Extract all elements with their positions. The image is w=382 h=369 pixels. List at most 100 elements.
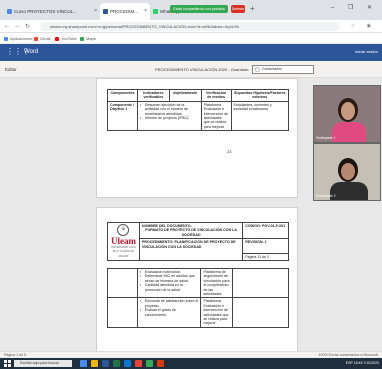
back-icon[interactable]: ←: [4, 23, 10, 29]
system-tray: ESP 18:45 7/10/2020: [345, 361, 379, 365]
table-cell: NOMBRE DEL DOCUMENTO: FORMATO DE PROYECT…: [138, 221, 244, 240]
bookmark-item[interactable]: Aplicaciones: [4, 36, 32, 41]
sign-in-link[interactable]: Iniciar sesión: [355, 49, 378, 54]
tab-label: Curso PROYECTOS VINCUL...: [14, 9, 77, 14]
activity-list: Encuesta de satisfacción sobre el proyec…: [140, 299, 199, 317]
table-header-cell: Verificación de medios: [200, 89, 232, 102]
close-icon[interactable]: ×: [144, 8, 147, 14]
zoom-feedback[interactable]: 100% Enviar comentarios a Microsoft: [318, 353, 378, 357]
document-page[interactable]: ⚘ Uleam UNIVERSIDAD LAICA ELOY ALFARO DE…: [96, 207, 298, 351]
browser-tabstrip: Curso PROYECTOS VINCUL... × WhatsApp PRO…: [0, 0, 382, 20]
table-cell: Estudiantes, docentes y sociedad ecuator…: [230, 100, 290, 132]
taskbar-app-icon[interactable]: [91, 360, 98, 367]
table-cell: CÓDIGO: PGV-01-F-001: [242, 221, 289, 240]
sharing-banner: Estás compartiendo una pestaña: [170, 5, 228, 13]
reload-icon[interactable]: ↻: [25, 23, 30, 30]
taskbar-app-icon[interactable]: [135, 360, 142, 367]
table-header-cell: Indicadores verificables: [136, 89, 170, 102]
browser-tab-active[interactable]: PROCEDIM... ×: [100, 3, 150, 20]
taskbar-app-icon[interactable]: [124, 360, 131, 367]
participant-face: [341, 163, 355, 180]
document-title: PROCEDIMIENTO VINCULACIÓN 2020 - Guardad…: [155, 67, 249, 72]
bookmarks-bar: Aplicaciones Gmail YouTube Maps: [0, 33, 382, 44]
browser-tab[interactable]: Curso PROYECTOS VINCUL... ×: [4, 3, 100, 20]
word-app-bar: ⋮⋮⋮ Word Iniciar sesión: [0, 44, 382, 61]
table-cell: [107, 267, 138, 299]
word-status-bar: Página 1 de 5 100% Enviar comentarios a …: [0, 351, 382, 358]
logframe-table: Componentes Indicadores verificables obj…: [107, 89, 290, 132]
table-header-cell: objetivamente: [168, 89, 202, 102]
table-header-cell: Componentes: [107, 89, 138, 102]
taskbar-app-icon[interactable]: [146, 360, 153, 367]
table-cell: [232, 297, 289, 328]
table-cell: [107, 297, 138, 328]
taskbar-search-input[interactable]: Escribe aquí para buscar: [14, 360, 72, 367]
participant-avatar: [330, 182, 368, 200]
video-tile[interactable]: Participante 1: [313, 85, 381, 143]
table-row: Componente / Objetivo 1 Resumen ejecutiv…: [107, 100, 290, 132]
university-seal-icon: ⚘: [117, 224, 130, 236]
tab-favicon-icon: [103, 9, 108, 14]
ribbon: Editar PROCEDIMIENTO VINCULACIÓN 2020 - …: [0, 61, 382, 78]
taskbar-app-icon[interactable]: [113, 360, 120, 367]
bookmark-icon: [34, 36, 38, 41]
bookmark-item[interactable]: YouTube: [55, 36, 77, 41]
table-cell: Resumen ejecutivo de la actividad con el…: [136, 100, 202, 132]
comment-icon: ▢: [255, 67, 260, 73]
close-icon[interactable]: ×: [94, 8, 97, 14]
windows-start-icon[interactable]: [4, 360, 11, 367]
video-tile[interactable]: Participante 2: [313, 143, 381, 201]
table-row: Encuesta de satisfacción sobre el proyec…: [107, 297, 289, 328]
edit-menu[interactable]: Editar: [5, 67, 17, 72]
address-bar-row: ← → ↻ uleam-my.sharepoint.com/:w:/g/pers…: [0, 20, 382, 33]
participant-name: Participante 1: [316, 136, 336, 140]
list-item: Cantidad atendida en la promoción de la …: [140, 283, 199, 292]
extension-icons[interactable]: ☆ ◉: [351, 23, 376, 29]
table-cell: [232, 267, 289, 299]
table-cell: Evaluación nutricional. Determinar IMC e…: [136, 267, 202, 299]
taskbar-app-icon[interactable]: [80, 360, 87, 367]
tab-label: PROCEDIM...: [110, 9, 139, 14]
tab-favicon-icon: [7, 9, 12, 14]
table-cell: PROCEDIMIENTO: PLANIFICACIÓN DE PROYECTO…: [138, 238, 244, 262]
page-count: Página 1 de 5: [4, 353, 27, 357]
participant-avatar: [332, 122, 366, 142]
url-text: uleam-my.sharepoint.com/:w:/g/personal/P…: [50, 24, 240, 29]
list-item: Evaluar el grado de conocimiento.: [140, 308, 199, 317]
table-cell: Encuesta de satisfacción sobre el proyec…: [136, 297, 202, 328]
indicator-list: Resumen ejecutivo de la actividad con el…: [140, 103, 199, 121]
page-number: 23: [227, 149, 232, 154]
tab-favicon-icon: [153, 9, 158, 14]
screen: Curso PROYECTOS VINCUL... × WhatsApp PRO…: [0, 0, 382, 369]
window-controls[interactable]: – ❐ ✕: [331, 4, 378, 11]
bookmark-icon: [4, 36, 8, 41]
table-row: Evaluación nutricional. Determinar IMC e…: [107, 267, 289, 299]
url-field[interactable]: uleam-my.sharepoint.com/:w:/g/personal/P…: [40, 22, 340, 31]
table-cell: Plataforma de seguimiento de vinculación…: [200, 267, 234, 299]
windows-taskbar: Escribe aquí para buscar ESP 18:45 7/10/…: [0, 358, 382, 369]
list-item: Resumen ejecutivo de la actividad con el…: [140, 103, 199, 116]
logo-cell: ⚘ Uleam UNIVERSIDAD LAICA ELOY ALFARO DE…: [107, 221, 140, 262]
table-cell: REVISIÓN: 2: [242, 238, 289, 254]
bookmark-icon: [80, 36, 84, 41]
table-cell: Plataforma Evaluación e intervención de …: [200, 100, 232, 132]
list-item: Informe de proyecto (IPAC).: [140, 116, 199, 121]
table-cell: Componente / Objetivo 1: [107, 100, 138, 132]
bookmark-item[interactable]: Gmail: [34, 36, 50, 41]
doc-name-value: FORMATO DE PROYECTO DE VINCULACIÓN CON L…: [145, 228, 237, 237]
participant-face: [341, 102, 355, 120]
forward-icon[interactable]: →: [14, 23, 20, 29]
document-page[interactable]: Componentes Indicadores verificables obj…: [96, 78, 298, 198]
list-item: Determinar IMC en adultos que sirvan de …: [140, 274, 199, 283]
new-tab-button[interactable]: +: [250, 4, 255, 13]
table-row: Componentes Indicadores verificables obj…: [107, 89, 290, 102]
document-header-table: ⚘ Uleam UNIVERSIDAD LAICA ELOY ALFARO DE…: [107, 221, 289, 262]
taskbar-app-icon[interactable]: [102, 360, 109, 367]
stop-sharing-button[interactable]: Detener: [231, 5, 245, 13]
app-name[interactable]: Word: [24, 49, 38, 55]
bookmark-item[interactable]: Maps: [80, 36, 96, 41]
table-header-cell: Supuestos Hipótesis/Factores externos: [230, 89, 290, 102]
taskbar-app-icon[interactable]: [157, 360, 164, 367]
list-item: Encuesta de satisfacción sobre el proyec…: [140, 299, 199, 308]
comments-button[interactable]: ▢ Comentarios: [252, 65, 314, 74]
